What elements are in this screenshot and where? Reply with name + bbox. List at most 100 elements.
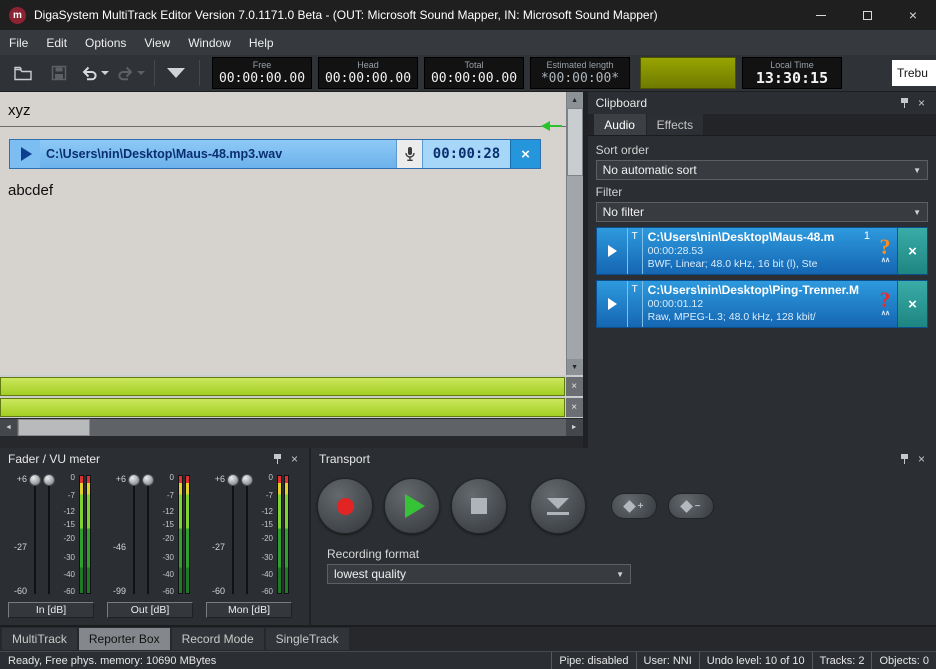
fader-slider[interactable] (240, 472, 254, 600)
scroll-left-icon[interactable]: ◄ (0, 419, 17, 436)
editor-horizontal-scrollbar[interactable]: ◄ ► (0, 419, 583, 436)
pin-icon[interactable] (896, 95, 913, 112)
fader-slider[interactable] (28, 472, 42, 600)
fader-header: Fader / VU meter × (0, 448, 309, 470)
fader-mid: -27 (14, 542, 27, 552)
redo-button[interactable] (116, 59, 146, 87)
filter-value: No filter (603, 205, 913, 219)
tab-audio[interactable]: Audio (594, 114, 646, 135)
fader-knob[interactable] (128, 474, 140, 486)
tab-effects[interactable]: Effects (647, 114, 703, 135)
marker-add-button[interactable]: + (611, 493, 657, 519)
recording-format-select[interactable]: lowest quality ▼ (327, 564, 631, 584)
clipboard-item-1[interactable]: T C:\Users\nin\Desktop\Maus-48.m 1 00:00… (596, 227, 928, 275)
menu-view[interactable]: View (135, 30, 179, 55)
editor-vertical-scrollbar[interactable]: ▲ ▼ (566, 92, 583, 375)
clipboard-header: Clipboard × (588, 92, 936, 114)
hscrollbar-thumb[interactable] (18, 419, 90, 436)
maximize-icon (863, 11, 872, 20)
item-delete-button[interactable]: × (897, 228, 927, 274)
play-icon (21, 147, 32, 161)
save-button[interactable] (44, 59, 74, 87)
fader-knob[interactable] (29, 474, 41, 486)
local-time-display: Local Time 13:30:15 (742, 57, 842, 89)
panel-close-icon[interactable]: × (913, 95, 930, 112)
hscrollbar-track[interactable] (90, 419, 566, 436)
fader-range-labels: +6 -27 -60 (6, 472, 28, 600)
panel-close-icon[interactable]: × (913, 451, 930, 468)
panel-close-icon[interactable]: × (286, 451, 303, 468)
recording-format-value: lowest quality (334, 567, 616, 581)
scroll-up-icon[interactable]: ▲ (567, 92, 583, 108)
menu-window[interactable]: Window (179, 30, 240, 55)
audio-clip-row[interactable]: C:\Users\nin\Desktop\Maus-48.mp3.wav 00:… (9, 139, 541, 169)
scroll-down-icon[interactable]: ▼ (567, 359, 583, 375)
redo-dropdown-icon[interactable] (137, 71, 145, 75)
reporter-editor[interactable]: xyz C:\Users\nin\Desktop\Maus-48.mp3.wav… (0, 92, 583, 375)
filter-select[interactable]: No filter ▼ (596, 202, 928, 222)
clip-play-button[interactable] (10, 140, 40, 168)
undo-dropdown-icon[interactable] (101, 71, 109, 75)
stop-button[interactable] (451, 478, 507, 534)
undo-icon (81, 66, 98, 81)
item-play-button[interactable] (597, 281, 628, 327)
record-button[interactable] (317, 478, 373, 534)
fader-group-in: +6 -27 -60 0-7-12-15-20-30-40-60 In [dB] (6, 472, 98, 621)
sort-order-select[interactable]: No automatic sort ▼ (596, 160, 928, 180)
play-button[interactable] (384, 478, 440, 534)
question-mark-icon: ? (880, 237, 891, 257)
fader-knob[interactable] (142, 474, 154, 486)
menu-options[interactable]: Options (76, 30, 135, 55)
free-time-value: 00:00:00.00 (219, 71, 305, 86)
close-button[interactable]: × (890, 0, 936, 30)
fader-group-mon: +6 -27 -60 0-7-12-15-20-30-40-60 Mon [dB… (204, 472, 296, 621)
tab-record-mode[interactable]: Record Mode (172, 628, 264, 650)
track-close-button[interactable]: × (566, 377, 583, 396)
tab-reporter-box[interactable]: Reporter Box (79, 628, 170, 650)
clipboard-panel: Clipboard × Audio Effects Sort order No … (583, 92, 936, 448)
fader-knob[interactable] (227, 474, 239, 486)
scroll-right-icon[interactable]: ► (566, 419, 583, 436)
marker-remove-button[interactable]: − (668, 493, 714, 519)
vscrollbar-thumb[interactable] (567, 108, 583, 176)
menu-help[interactable]: Help (240, 30, 283, 55)
close-icon: × (521, 146, 530, 163)
record-icon (337, 498, 354, 515)
close-icon: × (571, 402, 577, 413)
tab-multitrack[interactable]: MultiTrack (2, 628, 77, 650)
fader-slider[interactable] (42, 472, 56, 600)
drop-down-icon (547, 498, 569, 515)
play-icon (608, 245, 617, 257)
font-selector[interactable]: Trebu (892, 60, 936, 86)
fader-max: +6 (17, 474, 27, 484)
fader-slider[interactable] (127, 472, 141, 600)
minimize-button[interactable] (798, 0, 844, 30)
clip-record-button[interactable] (396, 140, 422, 168)
vscrollbar-track[interactable] (567, 176, 583, 359)
undo-button[interactable] (80, 59, 110, 87)
open-button[interactable] (8, 59, 38, 87)
vu-scale: 0-7-12-15-20-30-40-60 (155, 472, 177, 600)
fader-slider[interactable] (141, 472, 155, 600)
track-close-button[interactable]: × (566, 398, 583, 417)
titlebar: m DigaSystem MultiTrack Editor Version 7… (0, 0, 936, 30)
clipboard-item-2[interactable]: T C:\Users\nin\Desktop\Ping-Trenner.M 00… (596, 280, 928, 328)
status-user: User: NNI (636, 652, 699, 669)
clip-delete-button[interactable]: × (510, 140, 540, 168)
pin-icon[interactable] (896, 451, 913, 468)
fader-slider[interactable] (226, 472, 240, 600)
vu-scale: 0-7-12-15-20-30-40-60 (56, 472, 78, 600)
drop-panel-button[interactable] (161, 59, 191, 87)
item-play-button[interactable] (597, 228, 628, 274)
item-delete-button[interactable]: × (897, 281, 927, 327)
pin-icon[interactable] (269, 451, 286, 468)
editor-content[interactable]: xyz C:\Users\nin\Desktop\Maus-48.mp3.wav… (0, 92, 566, 375)
tab-singletrack[interactable]: SingleTrack (266, 628, 349, 650)
fader-knob[interactable] (241, 474, 253, 486)
fader-knob[interactable] (43, 474, 55, 486)
transport-header: Transport × (311, 448, 936, 470)
menu-file[interactable]: File (0, 30, 37, 55)
maximize-button[interactable] (844, 0, 890, 30)
drop-to-track-button[interactable] (530, 478, 586, 534)
menu-edit[interactable]: Edit (37, 30, 76, 55)
